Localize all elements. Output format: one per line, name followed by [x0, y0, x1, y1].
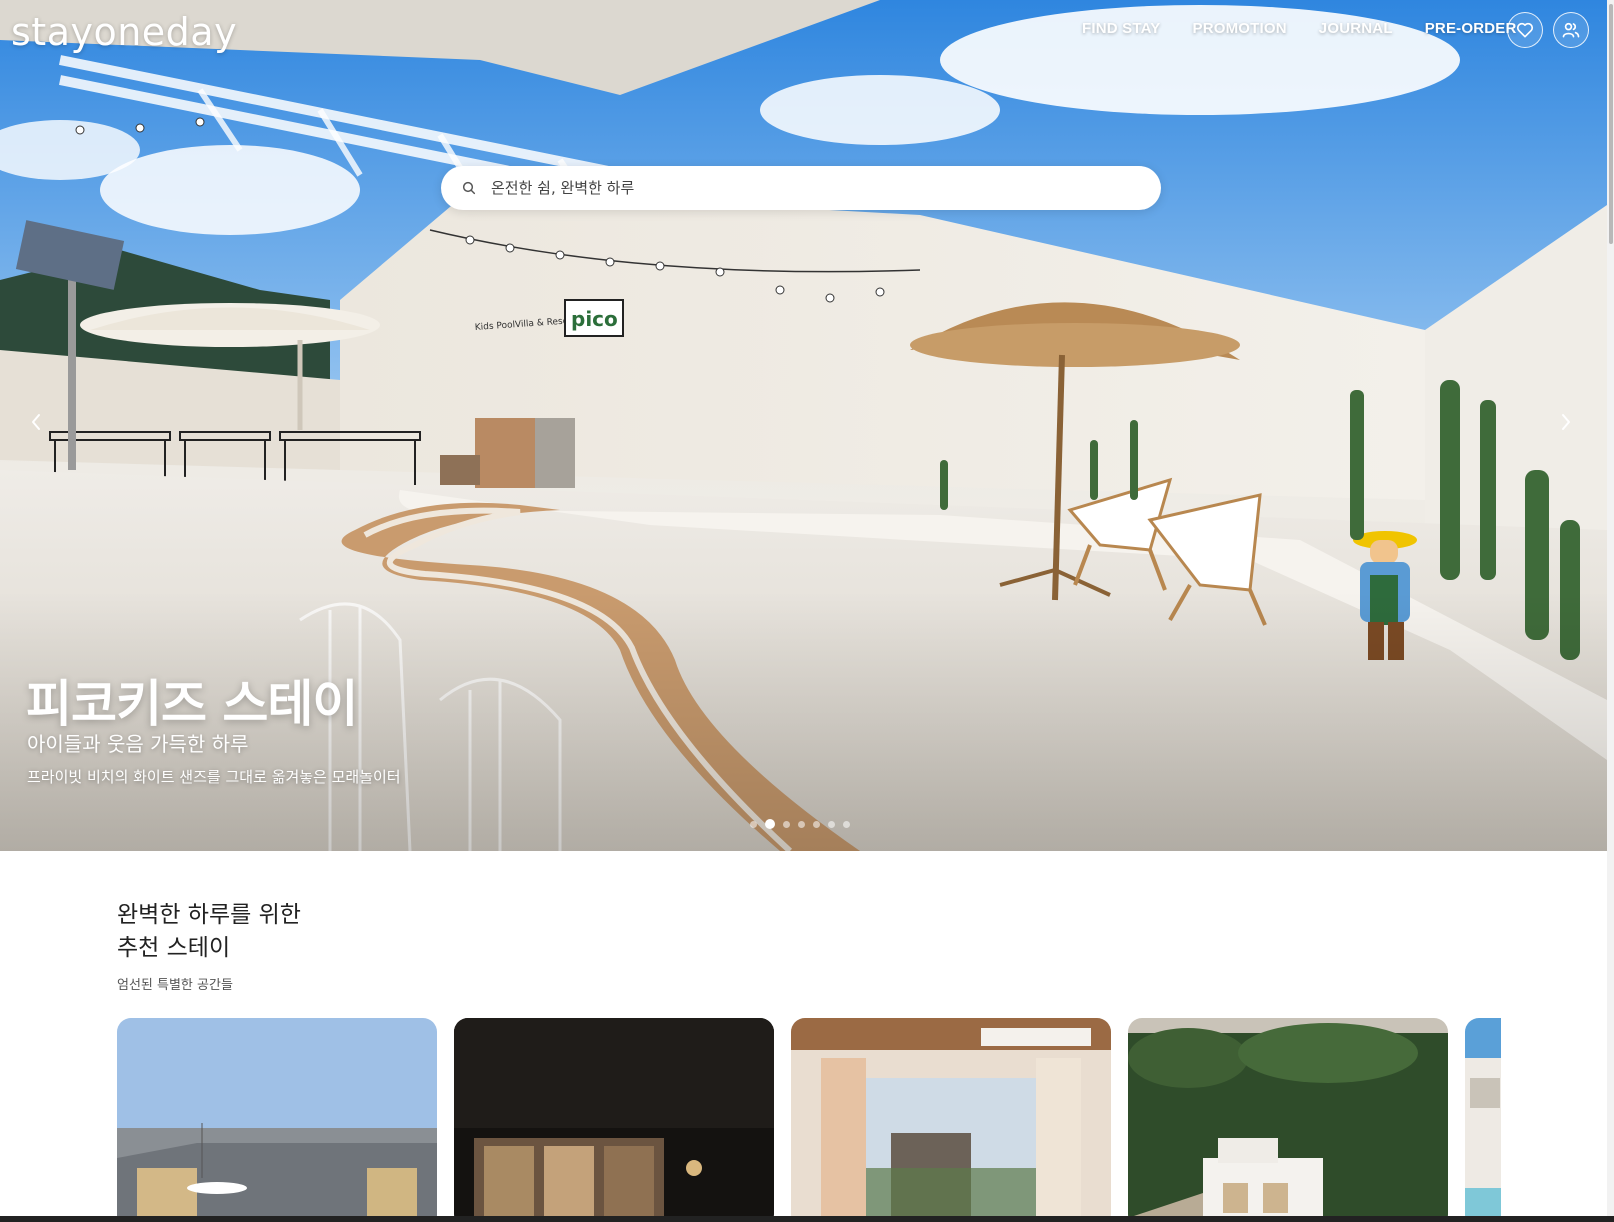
nav-pre-order[interactable]: PRE-ORDER [1425, 20, 1517, 37]
search-input[interactable] [489, 178, 1133, 198]
carousel-dot[interactable] [750, 820, 757, 828]
carousel-dot[interactable] [828, 820, 835, 828]
hero-subtitle: 아이들과 웃음 가득한 하루 [27, 732, 249, 756]
users-icon [1562, 22, 1580, 38]
stay-card-image [1465, 1018, 1501, 1218]
carousel-dot[interactable] [813, 820, 820, 828]
stay-card-list [117, 1018, 1501, 1218]
search-icon [461, 179, 479, 197]
hero-carousel[interactable]: Kids PoolVilla & Resort pico stayoneday … [0, 0, 1607, 851]
carousel-prev-button[interactable] [24, 410, 48, 434]
stay-card-image [117, 1018, 437, 1218]
search-bar[interactable] [441, 166, 1161, 210]
carousel-next-button[interactable] [1554, 410, 1578, 434]
section-title: 완벽한 하루를 위한 추천 스테이 [117, 899, 301, 965]
stay-card[interactable] [454, 1018, 774, 1218]
hero-description: 프라이빗 비치의 화이트 샌즈를 그대로 옮겨놓은 모래놀이터 [27, 768, 401, 786]
stay-card[interactable] [1465, 1018, 1501, 1218]
svg-text:pico: pico [571, 307, 618, 331]
section-title-line1: 완벽한 하루를 위한 [117, 902, 301, 928]
chevron-right-icon [1562, 414, 1570, 430]
scrollbar-thumb[interactable] [1609, 4, 1613, 244]
heart-icon [1516, 22, 1534, 38]
section-subtitle: 엄선된 특별한 공간들 [117, 978, 233, 993]
nav-journal[interactable]: JOURNAL [1319, 20, 1393, 37]
stay-card[interactable] [791, 1018, 1111, 1218]
section-title-line2: 추천 스테이 [117, 935, 231, 961]
nav-promotion[interactable]: PROMOTION [1192, 20, 1286, 37]
carousel-pagination [750, 819, 850, 829]
carousel-dot-active[interactable] [765, 819, 775, 829]
chevron-left-icon [32, 414, 40, 430]
wishlist-button[interactable] [1507, 12, 1543, 48]
stay-card[interactable] [1128, 1018, 1448, 1218]
main-nav: FIND STAY PROMOTION JOURNAL PRE-ORDER [1082, 20, 1517, 37]
account-button[interactable] [1553, 12, 1589, 48]
hero-title: 피코키즈 스테이 [26, 675, 358, 733]
site-logo[interactable]: stayoneday [11, 10, 237, 54]
stay-card[interactable] [117, 1018, 437, 1218]
stay-card-image [454, 1018, 774, 1218]
carousel-dot[interactable] [783, 820, 790, 828]
stay-card-image [1128, 1018, 1448, 1218]
carousel-dot[interactable] [798, 820, 805, 828]
carousel-dot[interactable] [843, 820, 850, 828]
stay-card-image [791, 1018, 1111, 1218]
nav-find-stay[interactable]: FIND STAY [1082, 20, 1160, 37]
bottom-edge [0, 1216, 1614, 1222]
